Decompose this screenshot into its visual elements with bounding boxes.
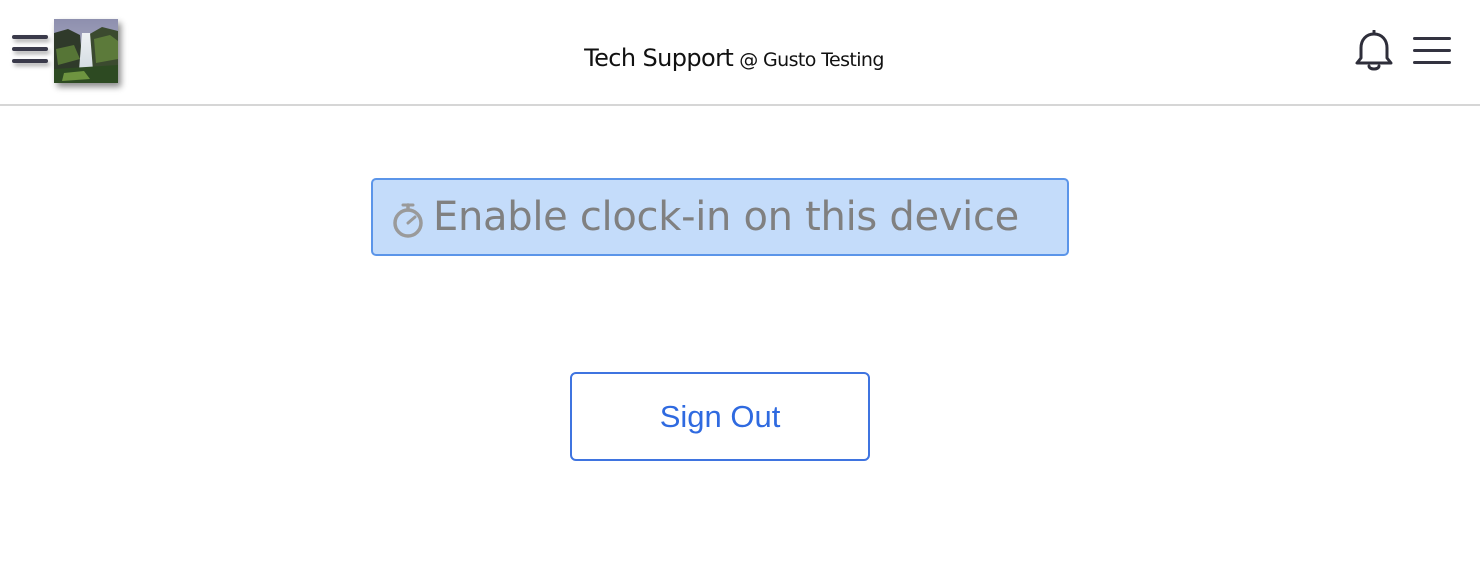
page: Tech Support @ Gusto Testing Enable clock… [0, 0, 1480, 564]
sign-out-button[interactable]: Sign Out [570, 372, 870, 461]
sign-out-label: Sign Out [659, 398, 781, 434]
enable-clock-in-label: Enable clock-in on this device [433, 194, 1019, 240]
enable-clock-in-button[interactable]: Enable clock-in on this device [371, 178, 1069, 256]
title-text: Tech Support [584, 44, 734, 72]
header-bar: Tech Support @ Gusto Testing [0, 0, 1480, 106]
page-title: Tech Support @ Gusto Testing [0, 44, 1468, 72]
notifications-button[interactable] [1352, 29, 1396, 74]
stopwatch-icon [393, 203, 423, 238]
company-text: @ Gusto Testing [739, 49, 884, 71]
right-menu-button[interactable] [1410, 35, 1454, 69]
bell-icon [1355, 29, 1393, 71]
